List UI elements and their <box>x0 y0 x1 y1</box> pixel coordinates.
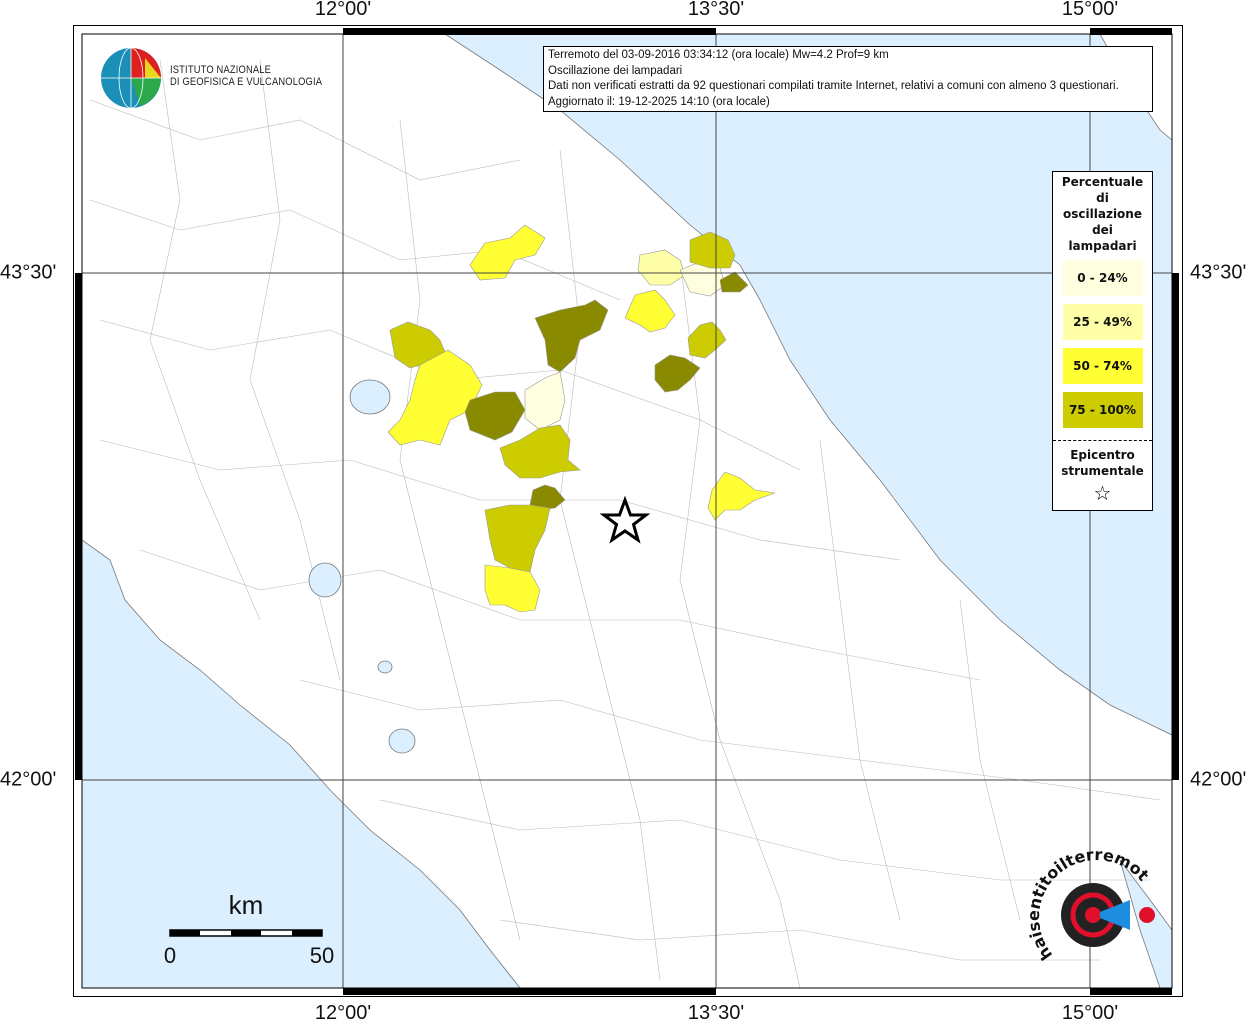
lake-bracciano <box>388 728 416 754</box>
ingv-globe-logo <box>101 47 161 109</box>
lake-bolsena <box>308 562 342 598</box>
title-line1: Terremoto del 03-09-2016 03:34:12 (ora l… <box>548 49 889 61</box>
title-box: Terremoto del 03-09-2016 03:34:12 (ora l… <box>543 46 1153 112</box>
legend-class-50-74: 50 - 74% <box>1062 348 1143 384</box>
legend-class-75-100: 75 - 100% <box>1062 392 1143 428</box>
legend-title-line: dei <box>1092 223 1113 237</box>
star-icon: ☆ <box>1093 481 1112 505</box>
scale-end: 50 <box>309 943 335 968</box>
lon-label-top: 12°00' <box>314 0 372 20</box>
lon-label-bottom: 12°00' <box>314 1002 372 1024</box>
scale-start: 0 <box>163 943 177 968</box>
ingv-line2: DI GEOFISICA E VULCANOLOGIA <box>170 76 323 88</box>
legend-epicenter-label: Epicentro strumentale <box>1053 447 1152 479</box>
legend-class-25-49: 25 - 49% <box>1062 304 1143 340</box>
legend-class-0-24: 0 - 24% <box>1062 260 1143 296</box>
lat-label-left: 42°00' <box>0 768 57 791</box>
legend-title-line: di <box>1096 191 1109 205</box>
lake-trasimeno <box>349 379 391 415</box>
legend-title: Percentuale di oscillazione dei lampadar… <box>1053 174 1152 254</box>
lake-vico <box>377 660 393 674</box>
scale-unit: km <box>228 890 264 920</box>
legend-title-line: lampadari <box>1068 239 1137 253</box>
legend: Percentuale di oscillazione dei lampadar… <box>1052 171 1153 511</box>
legend-title-line: Percentuale <box>1061 175 1144 189</box>
title-line2: Oscillazione dei lampadari <box>548 64 683 77</box>
ingv-line1: ISTITUTO NAZIONALE <box>170 64 272 76</box>
lat-label-right: 43°30' <box>1190 261 1247 284</box>
ingv-logo-text: ISTITUTO NAZIONALE DI GEOFISICA E VULCAN… <box>170 64 349 88</box>
scale-bar <box>169 929 323 937</box>
lon-label-bottom: 15°00' <box>1061 1002 1119 1024</box>
lat-label-right: 42°00' <box>1190 768 1247 791</box>
legend-title-line: oscillazione <box>1063 207 1142 221</box>
legend-epicenter-line: Epicentro <box>1070 448 1135 462</box>
legend-divider <box>1053 440 1152 441</box>
title-line3: Dati non verificati estratti da 92 quest… <box>548 80 1119 92</box>
lon-label-top: 13°30' <box>687 0 745 20</box>
lon-label-top: 15°00' <box>1061 0 1119 20</box>
map[interactable]: haisentitoilterremoto.it <box>0 0 1255 1024</box>
legend-epicenter-line: strumentale <box>1061 464 1144 478</box>
lon-label-bottom: 13°30' <box>687 1002 745 1024</box>
lat-label-left: 43°30' <box>0 261 57 284</box>
title-line4: Aggiornato il: 19-12-2025 14:10 (ora loc… <box>548 95 770 108</box>
